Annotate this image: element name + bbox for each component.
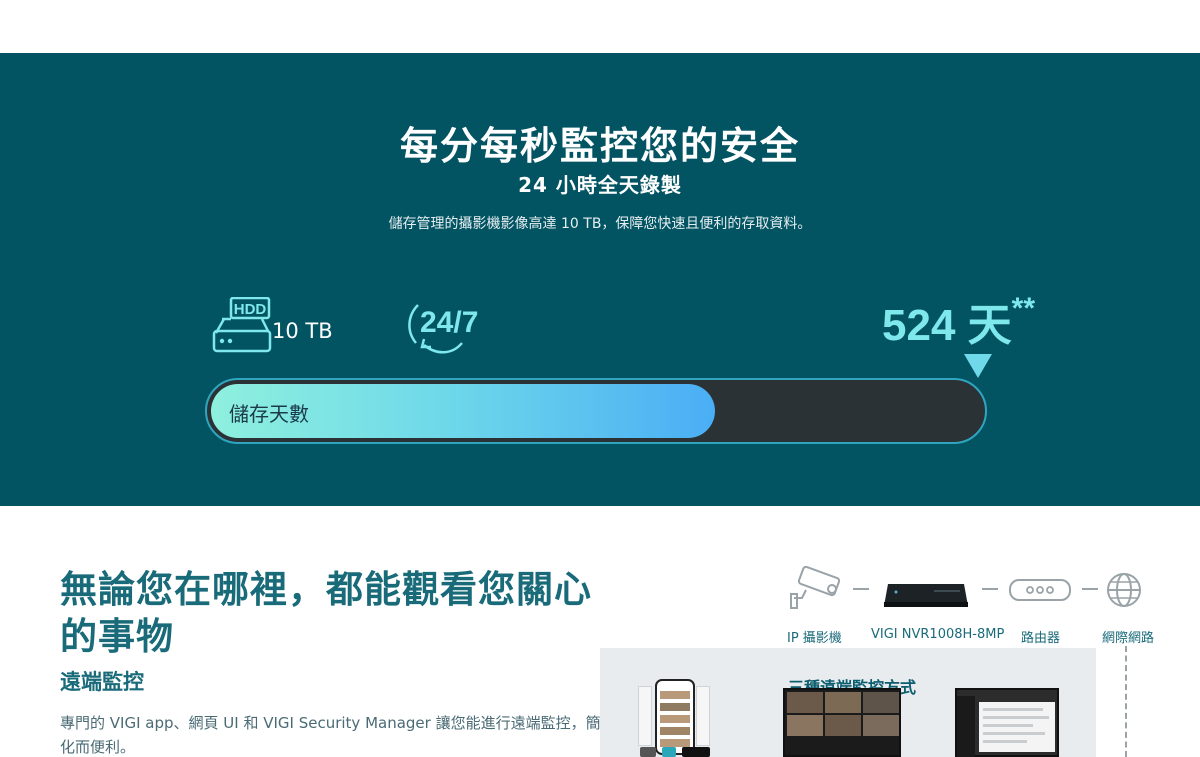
clock-247-icon: 24/7 <box>408 304 478 354</box>
globe-icon <box>1107 573 1141 607</box>
topology-label-router: 路由器 <box>1021 631 1061 646</box>
security-manager-screenshot <box>955 688 1059 757</box>
router-icon <box>1009 579 1071 601</box>
recording-hero: 每分每秒監控您的安全 24 小時全天錄製 儲存管理的攝影機影像高達 10 TB，… <box>0 53 1200 506</box>
remote-title: 無論您在哪裡，都能觀看您關心的事物 <box>60 568 592 658</box>
ip-camera-icon <box>790 566 841 609</box>
topology-label-internet: 網際網路 <box>1102 631 1155 646</box>
hero-description: 儲存管理的攝影機影像高達 10 TB，保障您快速且便利的存取資料。 <box>388 216 812 232</box>
mobile-app-screenshot <box>655 679 695 755</box>
hdd-icon-text: HDD <box>234 301 267 318</box>
app-screen-left <box>638 686 652 746</box>
nvr-device-icon <box>884 584 968 607</box>
app-screen-right <box>696 686 710 746</box>
hdd-icon: HDD <box>212 297 272 353</box>
remote-subtitle: 遠端監控 <box>60 670 144 694</box>
topology-link <box>853 588 869 590</box>
internet-connector-line <box>1125 646 1127 757</box>
topology-link <box>982 588 998 590</box>
storage-days-number: 524 天 <box>882 301 1012 350</box>
topology-label-nvr: VIGI NVR1008H-8MP <box>871 627 1005 642</box>
progress-label: 儲存天數 <box>229 402 309 426</box>
app-store-badges <box>640 747 710 757</box>
storage-days-value: 524 天** <box>882 289 1035 353</box>
remote-methods-panel: 三種遠端監控方式 <box>600 648 1096 757</box>
hero-title: 每分每秒監控您的安全 <box>399 124 800 168</box>
remote-description: 專門的 VIGI app、網頁 UI 和 VIGI Security Manag… <box>60 714 601 756</box>
badge-247-text: 24/7 <box>420 306 478 339</box>
topology-link <box>1082 588 1098 590</box>
storage-days-progress: 儲存天數 <box>205 378 987 444</box>
triangle-marker-icon <box>964 354 992 378</box>
topology-label-camera: IP 攝影機 <box>787 631 842 646</box>
hero-subtitle: 24 小時全天錄製 <box>518 173 682 197</box>
storage-days-footnote: ** <box>1011 292 1035 325</box>
web-ui-screenshot <box>783 688 901 757</box>
hdd-capacity: 10 TB <box>272 319 333 343</box>
